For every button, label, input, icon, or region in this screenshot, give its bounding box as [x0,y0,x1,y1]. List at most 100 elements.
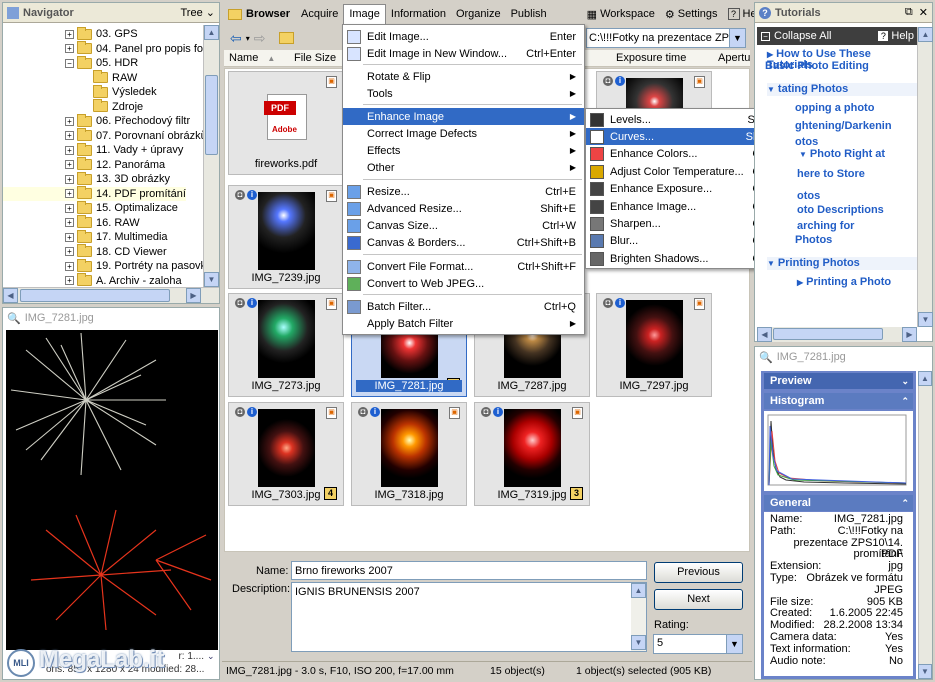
hscroll-thumb[interactable] [773,328,883,340]
image-menu-item[interactable]: Effects ▶ [343,142,584,159]
thumbnail-item[interactable]: ◘ i ▣ 3 IMG_7319.jpg [474,402,590,506]
scroll-thumb[interactable] [205,75,218,155]
expand-toggle-icon[interactable]: + [65,44,74,54]
tutorial-link[interactable]: ▼ Printing Photos [767,257,917,270]
back-arrow-icon[interactable]: ⇦ [230,30,242,47]
image-menu-item[interactable]: Edit Image in New Window... Ctrl+Enter [343,45,584,62]
tree-item[interactable]: + A. Archiv - zaloha [3,273,182,288]
scroll-down-button[interactable]: ▼ [204,272,219,287]
tree-item[interactable]: +13. 3D obrázky [3,171,170,187]
image-menu-item[interactable]: Edit Image... Enter [343,28,584,45]
image-menu-item[interactable]: Convert File Format... Ctrl+Shift+F [343,258,584,275]
scroll-down-button[interactable]: ▼ [918,312,933,327]
tree-item[interactable]: +06. Přechodový filtr [3,113,190,129]
forward-arrow-icon[interactable]: ⇨ [254,30,266,47]
expand-toggle-icon[interactable]: + [65,203,74,213]
undock-icon[interactable]: ⧉ [905,6,913,19]
tree-item[interactable]: +12. Panoráma [3,157,165,173]
menu-information[interactable]: Information [386,8,451,20]
image-menu-item[interactable]: Enhance Image ▶ [343,108,584,125]
settings-button[interactable]: ⚙ Settings [660,8,723,21]
up-folder-icon[interactable] [279,32,295,44]
image-menu-item[interactable]: Other ▶ [343,159,584,176]
expand-toggle-icon[interactable]: + [65,232,74,242]
back-dropdown-icon[interactable]: ▾ [246,34,250,43]
tutorial-link[interactable]: Basic Photo Editing [765,61,869,72]
next-button[interactable]: Next [654,589,743,610]
tree-item[interactable]: +03. GPS [3,26,138,42]
expand-toggle-icon[interactable]: − [65,58,74,68]
scroll-down-button[interactable]: ▼ [918,664,932,679]
expand-toggle-icon[interactable]: + [65,189,74,199]
tree-item[interactable]: +14. PDF promítání [3,186,186,201]
tutorial-link[interactable]: ▼ tating Photos [767,83,917,96]
expand-toggle-icon[interactable]: + [65,247,74,257]
tutorial-link[interactable]: opping a photo [795,103,874,114]
tree-item[interactable]: +11. Vady + úpravy [3,142,183,158]
image-menu-item[interactable]: Canvas Size... Ctrl+W [343,217,584,234]
thumbnail-item[interactable]: ◘ i ▣ IMG_7273.jpg [228,293,344,397]
thumbnail-item[interactable]: ◘ i ▣ 4 IMG_7303.jpg [228,402,344,506]
description-scrollbar[interactable]: ▲ ▼ [631,583,646,651]
col-filesize[interactable]: File Size [294,52,336,64]
expand-toggle-icon[interactable]: + [65,218,74,228]
tree-item[interactable]: RAW [3,70,137,86]
thumbnail-item[interactable]: ◘ i ▣ IMG_7239.jpg [228,185,344,289]
tree-item[interactable]: +19. Portréty na pasovky [3,258,203,274]
scroll-down-button[interactable]: ▼ [631,635,646,650]
tree-vscrollbar[interactable]: ▲ ▼ [203,25,219,287]
tutorial-link[interactable]: ghtening/Darkenin [795,121,892,132]
image-menu-item[interactable]: Resize... Ctrl+E [343,183,584,200]
chevron-down-icon[interactable]: ▼ [729,29,745,47]
expand-toggle-icon[interactable]: + [65,116,74,126]
image-menu-item[interactable]: Tools ▶ [343,85,584,102]
scroll-up-button[interactable]: ▲ [918,371,932,386]
description-field[interactable]: IGNIS BRUNENSIS 2007 ▲ ▼ [291,582,647,652]
col-aperture[interactable]: Apertu [718,52,750,64]
image-menu-item[interactable]: Correct Image Defects ▶ [343,125,584,142]
tutorial-link[interactable]: ▶ Printing a Photo [797,277,891,288]
tutorial-link[interactable]: arching for [797,221,854,232]
tutorial-link[interactable]: otos [795,137,818,148]
histogram-section-header[interactable]: Histogram ⌃ [764,393,913,409]
general-section-header[interactable]: General ⌃ [764,495,913,511]
path-combobox[interactable]: C:\!!!Fotky na prezentace ZPS10 ▼ [586,28,746,48]
expand-toggle-icon[interactable]: + [65,174,74,184]
scroll-right-button[interactable]: ▶ [902,327,917,342]
close-icon[interactable]: ✕ [919,6,928,19]
expand-toggle-icon[interactable]: + [65,29,74,39]
image-menu-item[interactable]: Rotate & Flip ▶ [343,68,584,85]
previous-button[interactable]: Previous [654,562,743,583]
scroll-right-button[interactable]: ▶ [186,288,201,303]
col-name[interactable]: Name ▲ [229,52,275,64]
tutorial-link[interactable]: ▼ Photo Right at [799,149,885,160]
tree-hscrollbar[interactable]: ◀ ▶ [3,287,219,303]
menu-publish[interactable]: Publish [506,8,552,20]
chevron-down-icon[interactable]: ▼ [726,635,742,653]
hscroll-thumb[interactable] [20,289,170,302]
thumbnail-item[interactable]: PDF Adobe ▣ fireworks.pdf [228,71,344,175]
workspace-button[interactable]: ▦ Workspace [582,8,660,21]
image-menu-item[interactable]: Advanced Resize... Shift+E [343,200,584,217]
scroll-up-button[interactable]: ▲ [918,27,933,42]
expand-toggle-icon[interactable]: + [65,160,74,170]
tree-view-dropdown[interactable]: Tree ⌄ [181,6,216,19]
tutorial-link[interactable]: here to Store [797,169,865,180]
image-menu-item[interactable]: Canvas & Borders... Ctrl+Shift+B [343,234,584,251]
tutorial-link[interactable]: Photos [795,235,832,246]
tree-item[interactable]: − 05. HDR [3,55,138,71]
col-exposure[interactable]: Exposure time [616,52,686,64]
expand-toggle-icon[interactable]: + [65,131,74,141]
menu-acquire[interactable]: Acquire [296,8,343,20]
scroll-up-button[interactable]: ▲ [631,583,646,598]
tree-item[interactable]: +16. RAW [3,215,140,231]
tree-item[interactable]: +18. CD Viewer [3,244,167,260]
image-menu-item[interactable]: Batch Filter... Ctrl+Q [343,298,584,315]
tutorial-link[interactable]: otos [797,191,820,202]
expand-toggle-icon[interactable]: + [65,261,74,271]
tutorials-hscrollbar[interactable]: ◀ ▶ [757,327,917,342]
tree-item[interactable]: Zdroje [3,99,143,115]
menu-image[interactable]: Image [343,4,386,24]
tutorials-vscrollbar[interactable]: ▲ ▼ [917,27,933,327]
tree-item[interactable]: +17. Multimedia [3,229,168,245]
